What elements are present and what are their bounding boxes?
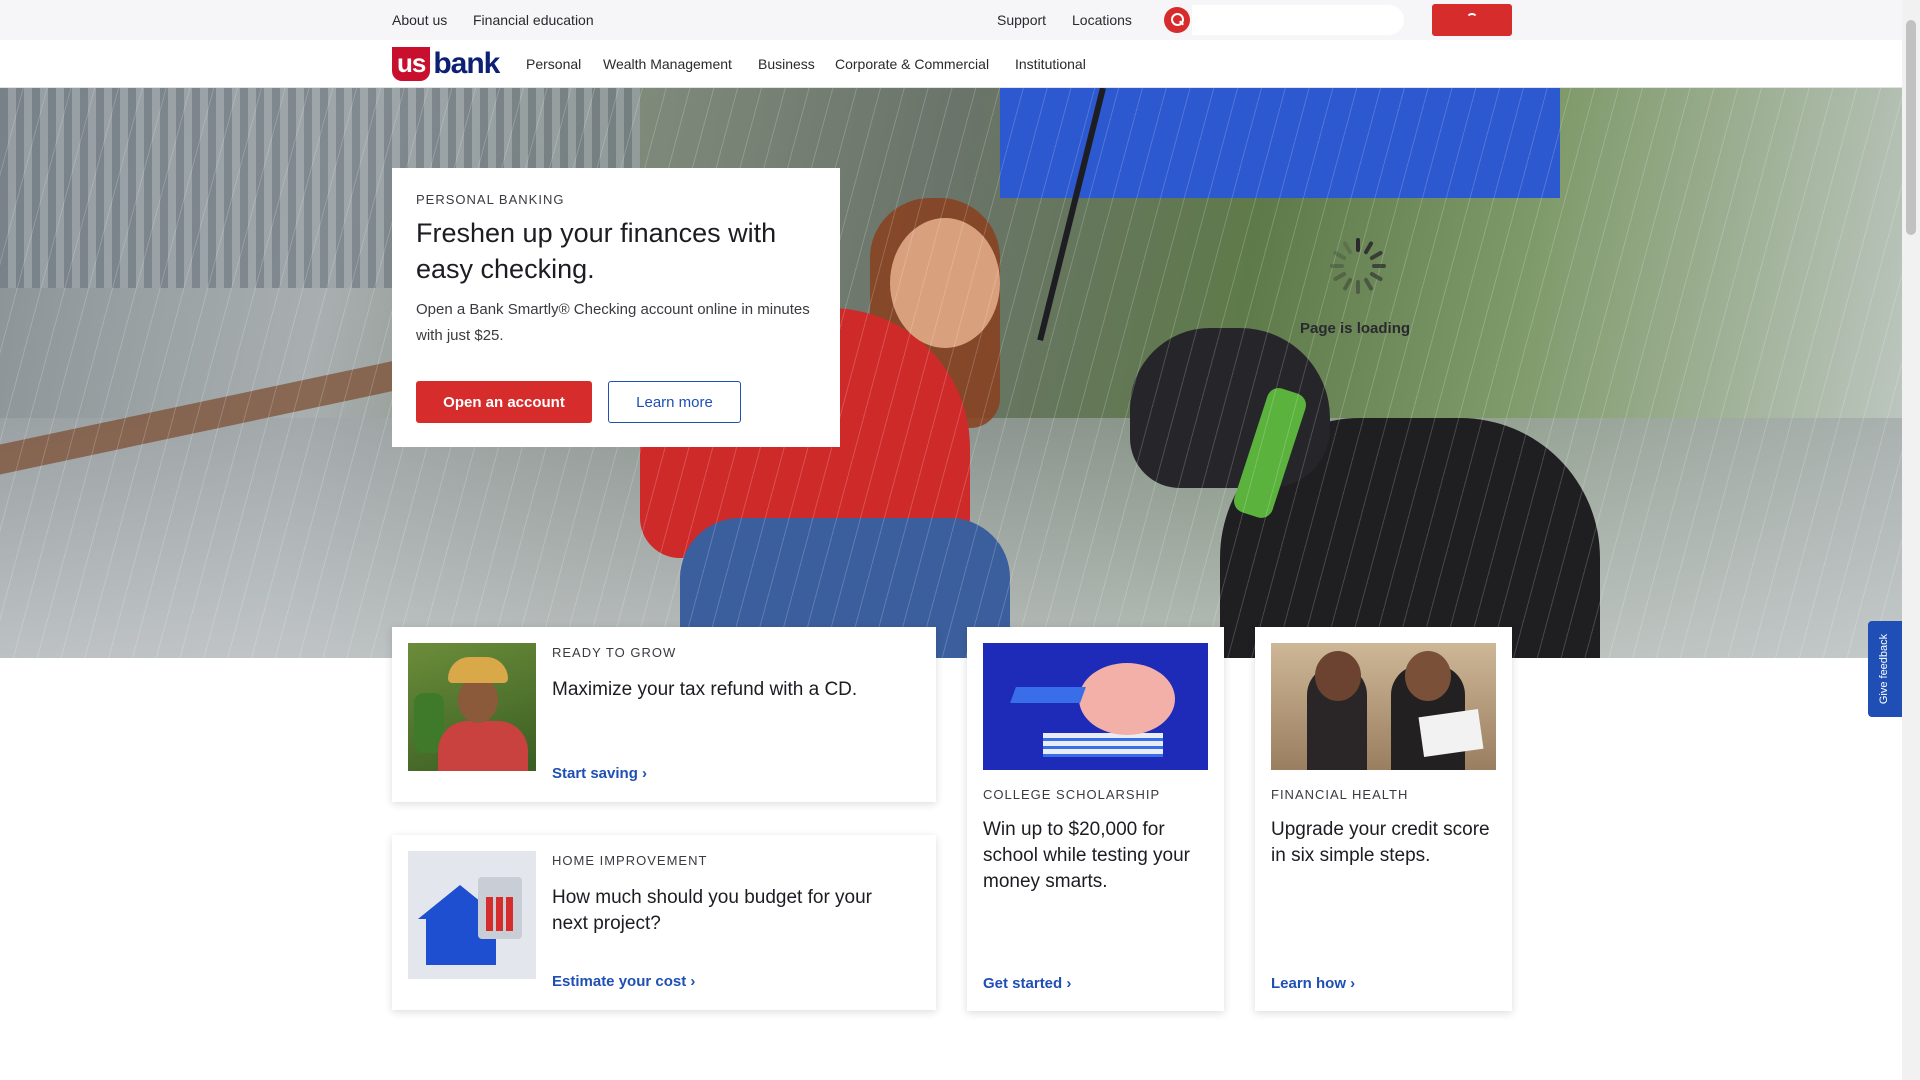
couple-reviewing-papers-photo <box>1271 643 1496 770</box>
utility-bar: About us Financial education Support Loc… <box>0 0 1902 40</box>
card-title: How much should you budget for your next… <box>552 887 873 934</box>
card-eyebrow: FINANCIAL HEALTH <box>1271 787 1409 802</box>
card-eyebrow: HOME IMPROVEMENT <box>552 853 708 868</box>
learn-more-button[interactable]: Learn more <box>608 381 741 423</box>
nav-business[interactable]: Business <box>758 56 815 72</box>
get-started-link[interactable]: Get started <box>983 975 1071 992</box>
promo-card-home-improvement: HOME IMPROVEMENT How much should you bud… <box>392 835 936 1010</box>
hero-eyebrow: PERSONAL BANKING <box>416 192 565 207</box>
login-button[interactable] <box>1432 4 1512 36</box>
piggy-bank-graduation-illustration <box>983 643 1208 770</box>
usbank-logo[interactable]: us bank <box>392 47 500 81</box>
locations-link[interactable]: Locations <box>1072 12 1132 28</box>
promo-card-cd: READY TO GROW Maximize your tax refund w… <box>392 627 936 802</box>
page-scrollbar[interactable] <box>1902 0 1920 1080</box>
promo-card-financial-health: FINANCIAL HEALTH Upgrade your credit sco… <box>1255 627 1512 1011</box>
search-input[interactable] <box>1192 5 1404 35</box>
card-title: Maximize your tax refund with a CD. <box>552 679 858 700</box>
card-title: Win up to $20,000 for school while testi… <box>983 819 1190 892</box>
hero-title: Freshen up your finances with easy check… <box>416 218 777 284</box>
scrollbar-thumb[interactable] <box>1906 20 1916 235</box>
hero-body: Open a Bank Smartly® Checking account on… <box>416 301 810 344</box>
promo-card-scholarship: COLLEGE SCHOLARSHIP Win up to $20,000 fo… <box>967 627 1224 1011</box>
main-navigation: us bank Personal Wealth Management Busin… <box>0 40 1902 88</box>
search-icon[interactable] <box>1164 7 1190 33</box>
card-title: Upgrade your credit score in six simple … <box>1271 819 1490 866</box>
logo-us-mark: us <box>392 47 431 81</box>
open-account-button[interactable]: Open an account <box>416 381 592 423</box>
page-loading-text: Page is loading <box>1300 320 1411 337</box>
about-us-link[interactable]: About us <box>392 12 447 28</box>
give-feedback-label: Give feedback <box>1878 633 1890 705</box>
learn-how-link[interactable]: Learn how <box>1271 975 1355 992</box>
card-eyebrow: COLLEGE SCHOLARSHIP <box>983 787 1161 802</box>
logo-bank-text: bank <box>433 47 500 80</box>
start-saving-link[interactable]: Start saving <box>552 765 647 782</box>
farmer-photo <box>408 643 536 771</box>
card-eyebrow: READY TO GROW <box>552 645 677 660</box>
nav-institutional[interactable]: Institutional <box>1015 56 1086 72</box>
hero-promo-card: PERSONAL BANKING Freshen up your finance… <box>392 168 840 447</box>
financial-education-link[interactable]: Financial education <box>473 12 594 28</box>
nav-personal[interactable]: Personal <box>526 56 581 72</box>
loading-spinner-icon <box>1466 13 1478 25</box>
hero-banner: Page is loading <box>0 88 1902 658</box>
house-calculator-illustration <box>408 851 536 979</box>
nav-wealth-management[interactable]: Wealth Management <box>603 56 732 72</box>
page-loading-spinner-icon <box>1330 238 1386 294</box>
estimate-cost-link[interactable]: Estimate your cost <box>552 973 695 990</box>
rain-overlay <box>0 88 1902 658</box>
support-link[interactable]: Support <box>997 12 1046 28</box>
give-feedback-tab[interactable]: Give feedback <box>1868 621 1902 717</box>
nav-corporate-commercial[interactable]: Corporate & Commercial <box>835 56 989 72</box>
